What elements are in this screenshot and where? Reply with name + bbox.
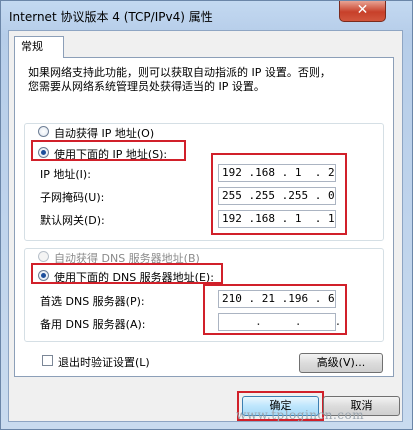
ip-address-label: IP 地址(I): — [40, 168, 91, 181]
manual-ip-radio[interactable] — [38, 147, 49, 158]
default-gateway-label: 默认网关(D): — [40, 214, 105, 227]
description-line-2: 您需要从网络系统管理员处获得适当的 IP 设置。 — [28, 80, 265, 93]
window-title: Internet 协议版本 4 (TCP/IPv4) 属性 — [9, 10, 213, 24]
preferred-dns-label: 首选 DNS 服务器(P): — [40, 295, 145, 308]
subnet-mask-field[interactable]: 255 .255 .255 . 0 — [218, 187, 336, 205]
default-gateway-field[interactable]: 192 .168 . 1 . 1 — [218, 210, 336, 228]
manual-dns-label[interactable]: 使用下面的 DNS 服务器地址(E): — [54, 269, 214, 285]
description-line-1: 如果网络支持此功能，则可以获取自动指派的 IP 设置。否则， — [28, 66, 331, 79]
manual-ip-label[interactable]: 使用下面的 IP 地址(S): — [54, 146, 167, 162]
validate-on-exit-checkbox[interactable] — [42, 355, 53, 366]
description-text: 如果网络支持此功能，则可以获取自动指派的 IP 设置。否则， 您需要从网络系统管… — [28, 66, 378, 94]
validate-on-exit-label[interactable]: 退出时验证设置(L) — [58, 354, 150, 370]
manual-dns-radio[interactable] — [38, 270, 49, 281]
preferred-dns-field[interactable]: 210 . 21 .196 . 6 — [218, 290, 336, 308]
advanced-button[interactable]: 高级(V)... — [299, 353, 383, 373]
alternate-dns-field[interactable]: . . . — [218, 313, 341, 331]
subnet-mask-label: 子网掩码(U): — [40, 191, 105, 204]
ip-address-field[interactable]: 192 .168 . 1 . 2 — [218, 164, 336, 182]
auto-ip-label[interactable]: 自动获得 IP 地址(O) — [54, 125, 154, 141]
site-watermark: www.tplogincn.com — [236, 408, 365, 422]
auto-ip-radio[interactable] — [38, 126, 49, 137]
tab-general[interactable]: 常规 — [14, 36, 64, 58]
close-button[interactable]: ✕ — [339, 1, 386, 22]
auto-dns-radio[interactable] — [38, 251, 49, 262]
auto-dns-label[interactable]: 自动获得 DNS 服务器地址(B) — [54, 250, 200, 266]
alternate-dns-label: 备用 DNS 服务器(A): — [40, 318, 146, 331]
